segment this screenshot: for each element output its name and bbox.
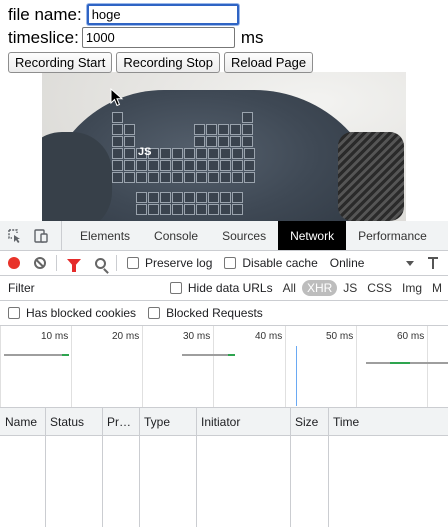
timing-bar [62,354,69,356]
tab-performance[interactable]: Performance [346,221,439,250]
filter-type-img[interactable]: Img [398,281,426,295]
file-name-label: file name: [8,4,82,24]
request-table-body [0,436,448,527]
timeslice-input[interactable] [81,27,235,48]
inspect-element-icon[interactable] [8,228,22,243]
hide-data-urls-checkbox[interactable] [169,282,182,294]
request-table-header: Name Status Pr… Type Initiator Size Time [0,408,448,436]
devtools-tab-bar: Elements Console Sources Network Perform… [0,221,448,251]
has-blocked-cookies-label: Has blocked cookies [26,306,137,320]
chevron-down-icon [406,260,415,266]
disable-cache-label: Disable cache [242,256,318,270]
filter-input[interactable]: Filter [8,281,170,295]
timeslice-label: timeslice: [8,27,79,47]
column-name[interactable]: Name [0,408,37,436]
blocked-filter-bar: Has blocked cookies Blocked Requests [0,301,448,326]
tab-elements[interactable]: Elements [68,221,142,250]
overview-tick-label: 20 ms [112,331,140,342]
disable-cache-checkbox[interactable] [224,257,237,269]
hide-data-urls-label: Hide data URLs [187,281,273,295]
funnel-icon[interactable] [67,259,81,272]
filter-type-media[interactable]: M [428,281,446,295]
timing-bar [228,354,235,356]
overview-tick-label: 50 ms [326,331,354,342]
column-status[interactable]: Status [45,408,84,436]
timing-bar [4,354,68,356]
column-time[interactable]: Time [328,408,359,436]
search-icon[interactable] [95,257,106,269]
throttling-select[interactable]: Online [330,256,415,270]
device-toolbar-icon[interactable] [34,228,48,243]
overview-tick-label: 60 ms [397,331,425,342]
recording-start-button[interactable]: Recording Start [8,52,113,73]
tab-network[interactable]: Network [278,221,347,250]
column-initiator[interactable]: Initiator [196,408,240,436]
overview-tick-label: 40 ms [255,331,283,342]
timeslice-row: timeslice: ms [8,27,264,48]
filter-bar: Filter Hide data URLs All XHR JS CSS Img… [0,276,448,301]
column-size[interactable]: Size [290,408,318,436]
network-toolbar: Preserve log Disable cache Online [0,251,448,276]
overview-tick-label: 30 ms [183,331,211,342]
filter-type-xhr[interactable]: XHR [301,280,338,296]
filter-type-js[interactable]: JS [339,281,361,295]
devtools-panel: Elements Console Sources Network Perform… [0,221,448,528]
camera-video: JS [42,72,406,221]
tab-sources[interactable]: Sources [210,221,278,250]
network-overview[interactable]: 10 ms 20 ms 30 ms 40 ms 50 ms 60 ms [0,326,448,408]
filter-type-all[interactable]: All [279,281,300,295]
record-icon[interactable] [8,257,20,269]
blocked-requests-checkbox[interactable] [148,307,161,319]
mouse-pointer-icon [110,88,124,107]
throttling-value: Online [329,256,365,270]
overview-tick-label: 10 ms [41,331,69,342]
column-protocol[interactable]: Pr… [102,408,131,436]
has-blocked-cookies-checkbox[interactable] [8,307,20,319]
timing-bar [182,354,230,356]
preserve-log-label: Preserve log [145,256,213,270]
file-name-row: file name: [8,4,239,25]
column-type[interactable]: Type [139,408,170,436]
timing-bar [390,362,410,364]
tab-console[interactable]: Console [142,221,210,250]
preserve-log-checkbox[interactable] [127,257,139,269]
reload-page-button[interactable]: Reload Page [223,52,314,73]
clear-icon[interactable] [34,257,46,269]
dom-content-loaded-line [296,346,297,406]
recording-stop-button[interactable]: Recording Stop [116,52,220,73]
button-row: Recording Start Recording Stop Reload Pa… [8,52,317,73]
filter-type-css[interactable]: CSS [363,281,396,295]
shirt-print-text: JS [138,146,152,158]
shirt-print: JS [112,112,262,221]
file-name-input[interactable] [86,4,239,25]
blocked-requests-label: Blocked Requests [166,306,263,320]
timeslice-unit: ms [240,27,264,47]
web-page: JS file name: timeslice: ms Recording St… [0,0,448,221]
office-chair [338,132,404,221]
import-har-icon[interactable] [428,257,439,269]
